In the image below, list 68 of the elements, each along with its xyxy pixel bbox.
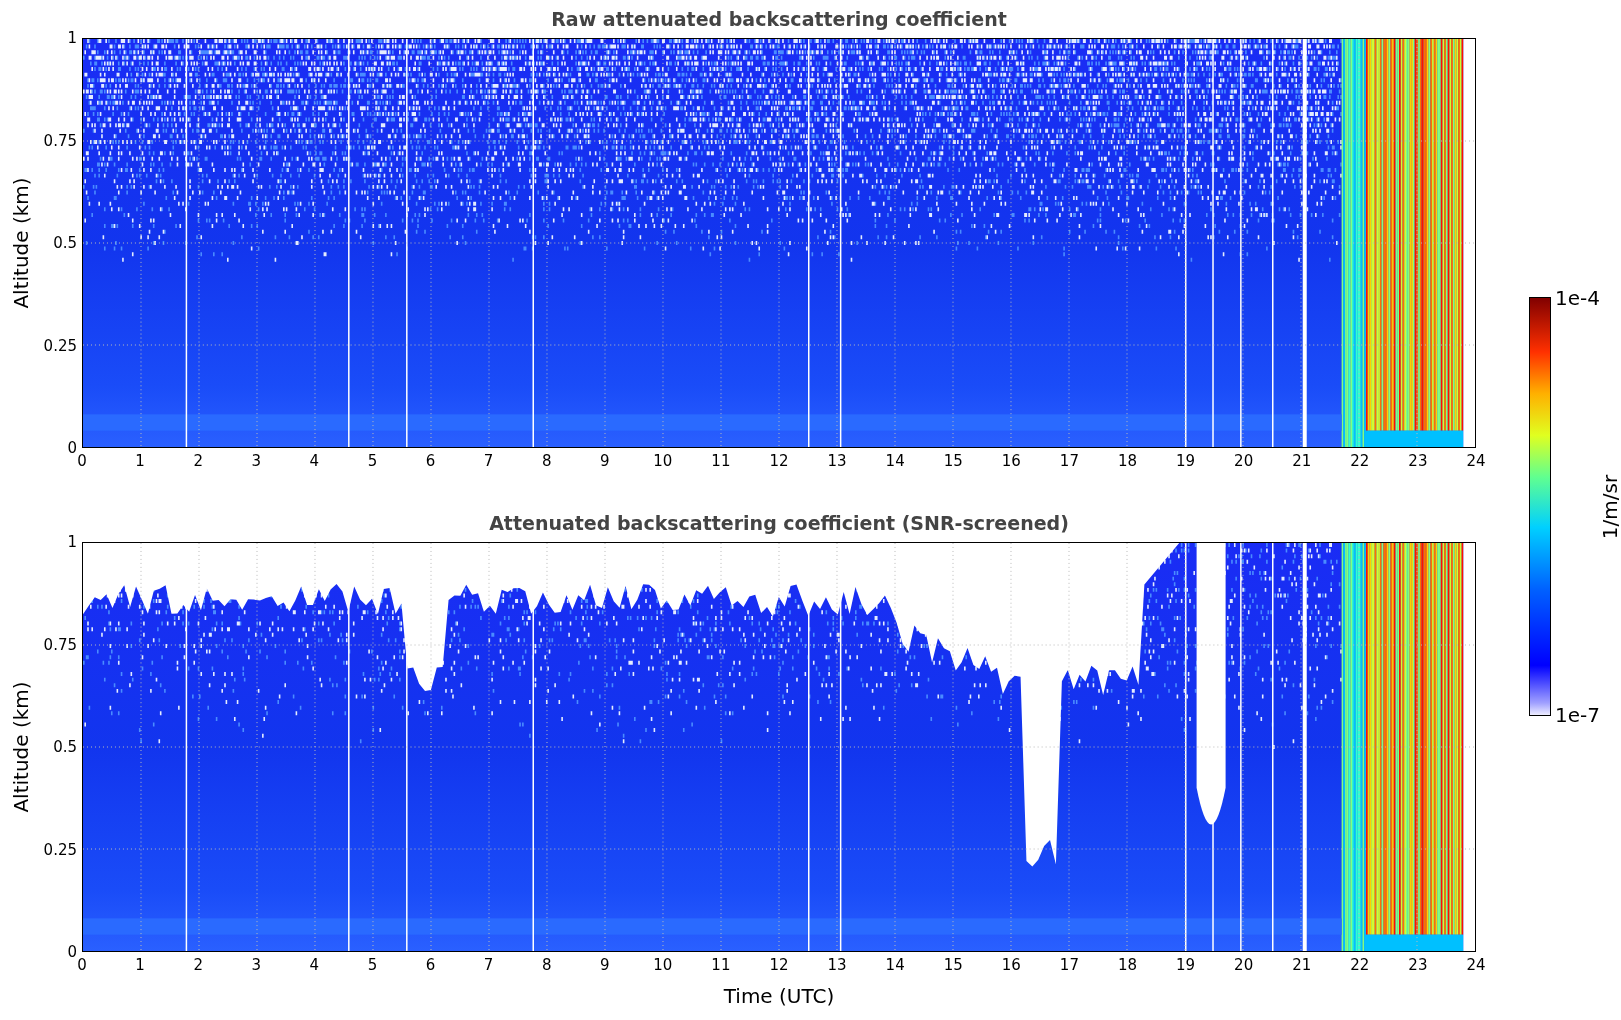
tick-label: 18 bbox=[1117, 956, 1138, 974]
tick-label: 24 bbox=[1466, 452, 1486, 470]
tick-label: 0 bbox=[77, 956, 87, 974]
tick-label: 13 bbox=[827, 956, 847, 974]
tick-label: 9 bbox=[600, 452, 610, 470]
tick-label: 1 bbox=[135, 956, 145, 974]
tick-label: 3 bbox=[251, 956, 261, 974]
tick-label: 21 bbox=[1292, 956, 1312, 974]
tick-label: 15 bbox=[943, 956, 963, 974]
tick-label: 18 bbox=[1117, 452, 1138, 470]
tick-label: 20 bbox=[1234, 452, 1254, 470]
tick-label: 0.5 bbox=[53, 738, 77, 756]
tick-label: 1 bbox=[67, 533, 77, 551]
tick-label: 10 bbox=[653, 956, 673, 974]
tick-label: 0.75 bbox=[43, 635, 77, 654]
tick-label: 0.25 bbox=[43, 336, 77, 355]
tick-label: 11 bbox=[711, 452, 731, 470]
tick-label: 11 bbox=[711, 956, 731, 974]
tick-label: 4 bbox=[309, 452, 320, 470]
tick-label: 6 bbox=[425, 452, 436, 470]
tick-label: 24 bbox=[1466, 956, 1486, 974]
tick-label: 1 bbox=[67, 29, 77, 47]
tick-label: 13 bbox=[827, 452, 847, 470]
tick-label: 19 bbox=[1176, 956, 1196, 974]
tick-label: 5 bbox=[367, 452, 378, 470]
tick-label: 22 bbox=[1350, 452, 1370, 470]
tick-label: 16 bbox=[1001, 452, 1021, 470]
colorbar-label: 1e-4 bbox=[1555, 286, 1599, 310]
tick-label: 7 bbox=[483, 956, 494, 974]
tick-label: 14 bbox=[885, 452, 905, 470]
tick-label: 6 bbox=[425, 956, 436, 974]
tick-label: 9 bbox=[600, 956, 610, 974]
axis-label: Altitude (km) bbox=[9, 681, 33, 813]
tick-label: 4 bbox=[309, 956, 320, 974]
tick-label: 1 bbox=[135, 452, 145, 470]
tick-label: 12 bbox=[769, 956, 789, 974]
tick-label: 0.75 bbox=[43, 131, 77, 150]
tick-label: 8 bbox=[541, 452, 552, 470]
tick-label: 17 bbox=[1059, 956, 1079, 974]
tick-label: 0 bbox=[67, 943, 77, 961]
tick-label: 23 bbox=[1408, 452, 1428, 470]
tick-label: 8 bbox=[541, 956, 552, 974]
tick-label: 17 bbox=[1059, 452, 1079, 470]
tick-label: 19 bbox=[1176, 452, 1196, 470]
tick-label: 0 bbox=[77, 452, 87, 470]
tick-label: 0 bbox=[67, 439, 77, 457]
tick-label: 16 bbox=[1001, 956, 1021, 974]
tick-label: 15 bbox=[943, 452, 963, 470]
tick-label: 14 bbox=[885, 956, 905, 974]
tick-label: 0.5 bbox=[53, 234, 77, 252]
tick-label: 12 bbox=[769, 452, 789, 470]
tick-label: 7 bbox=[483, 452, 494, 470]
tick-label: 3 bbox=[251, 452, 261, 470]
tick-label: 0.25 bbox=[43, 840, 77, 859]
tick-label: 10 bbox=[653, 452, 673, 470]
tick-label: 5 bbox=[367, 956, 378, 974]
tick-label: 23 bbox=[1408, 956, 1428, 974]
tick-label: 2 bbox=[193, 956, 203, 974]
chart-title: Raw attenuated backscattering coefficient bbox=[551, 8, 1007, 30]
axis-label: Altitude (km) bbox=[9, 177, 33, 309]
axis-label: Time (UTC) bbox=[723, 984, 835, 1008]
tick-label: 22 bbox=[1350, 956, 1370, 974]
tick-label: 20 bbox=[1234, 956, 1254, 974]
chart-title: Attenuated backscattering coefficient (SNR-screened) bbox=[489, 512, 1069, 534]
tick-label: 21 bbox=[1292, 452, 1312, 470]
axis-label: 1/m/sr bbox=[1598, 474, 1621, 539]
tick-label: 2 bbox=[193, 452, 203, 470]
colorbar-label: 1e-7 bbox=[1555, 703, 1599, 727]
